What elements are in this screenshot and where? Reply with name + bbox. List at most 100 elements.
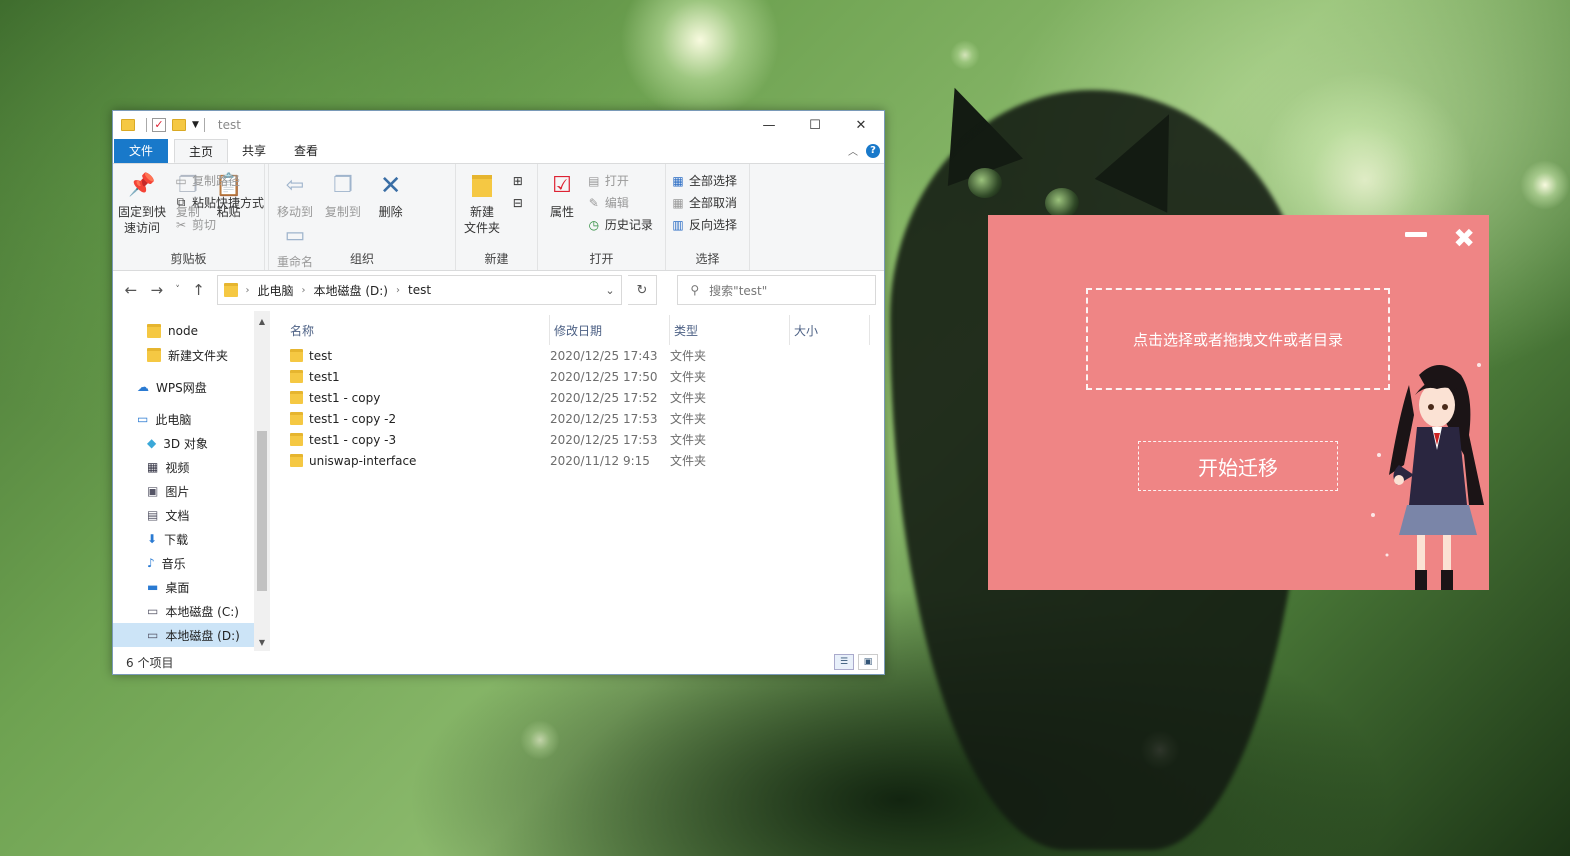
- history-button[interactable]: ◷ 历史记录: [586, 215, 653, 234]
- folder-icon: [121, 119, 135, 131]
- easy-access-icon: ⊟: [512, 195, 523, 210]
- start-migration-label: 开始迁移: [1198, 455, 1278, 480]
- edit-icon: ✎: [588, 195, 599, 210]
- minimize-button[interactable]: [1405, 232, 1427, 237]
- file-row[interactable]: test 2020/12/25 17:43 文件夹: [290, 345, 884, 366]
- copy-to-button[interactable]: ❐ 复制到: [321, 170, 365, 220]
- nav-item-music[interactable]: ♪ 音乐: [113, 551, 270, 575]
- refresh-icon[interactable]: ↻: [627, 275, 658, 305]
- address-dropdown-icon[interactable]: ⌄: [605, 284, 614, 297]
- tab-file[interactable]: 文件: [114, 139, 169, 163]
- new-group-label: 新建: [484, 252, 509, 266]
- title-bar: ✓ ▼ test — ☐ ✕: [113, 111, 884, 139]
- scroll-up-icon[interactable]: ▲: [254, 317, 270, 326]
- nav-item-new-folder[interactable]: 新建文件夹: [113, 343, 270, 367]
- breadcrumb-this-pc[interactable]: 此电脑: [258, 282, 294, 299]
- file-row[interactable]: uniswap-interface 2020/11/12 9:15 文件夹: [290, 450, 884, 471]
- rename-icon: ▭: [284, 223, 306, 248]
- properties-quick-icon[interactable]: ✓: [152, 118, 166, 132]
- close-button[interactable]: ✕: [838, 111, 884, 139]
- details-view-icon[interactable]: ☰: [834, 654, 854, 670]
- nav-item-wps[interactable]: ☁ WPS网盘: [113, 375, 270, 399]
- scissors-icon: ✂: [175, 217, 187, 232]
- nav-item-pictures[interactable]: ▣ 图片: [113, 479, 270, 503]
- organize-group: ⇦ 移动到 ❐ 复制到 ✕ 删除 ▭ 重命名 组织: [269, 164, 456, 270]
- tab-share[interactable]: 共享: [228, 139, 280, 163]
- file-explorer-window: ✓ ▼ test — ☐ ✕ 文件 主页 共享 查看 ︿ ? 📌 固定到快 速访…: [112, 110, 885, 675]
- move-to-button[interactable]: ⇦ 移动到: [273, 170, 317, 220]
- close-button[interactable]: ✖: [1453, 221, 1475, 257]
- column-type[interactable]: 类型: [670, 315, 790, 345]
- back-arrow-icon[interactable]: ←: [121, 281, 141, 299]
- tab-view[interactable]: 查看: [280, 139, 332, 163]
- search-placeholder: 搜索"test": [709, 283, 768, 298]
- scroll-down-icon[interactable]: ▼: [254, 638, 270, 647]
- recent-locations-icon[interactable]: ˅: [173, 285, 183, 295]
- breadcrumb-test[interactable]: test: [408, 283, 431, 297]
- paste-shortcut-button[interactable]: ⧉ 粘贴快捷方式: [173, 193, 264, 212]
- select-all-button[interactable]: ▦ 全部选择: [670, 171, 737, 190]
- large-icons-view-icon[interactable]: ▣: [858, 654, 878, 670]
- select-group-label: 选择: [695, 252, 720, 266]
- nav-item-video[interactable]: ▦ 视频: [113, 455, 270, 479]
- open-button[interactable]: ▤ 打开: [586, 171, 653, 190]
- nav-item-drive-d[interactable]: ▭ 本地磁盘 (D:): [113, 623, 270, 647]
- file-row[interactable]: test1 - copy 2020/12/25 17:52 文件夹: [290, 387, 884, 408]
- folder-icon: [147, 324, 161, 338]
- quick-access-dropdown-icon[interactable]: ▼: [192, 120, 199, 130]
- desktop-icon: ▬: [147, 580, 159, 594]
- column-name[interactable]: 名称: [290, 315, 550, 345]
- nav-item-node[interactable]: node: [113, 319, 270, 343]
- edit-button[interactable]: ✎ 编辑: [586, 193, 653, 212]
- file-drop-zone[interactable]: 点击选择或者拖拽文件或者目录: [1086, 288, 1390, 390]
- easy-access-button[interactable]: ⊟: [510, 193, 526, 212]
- properties-button[interactable]: ☑ 属性: [542, 170, 582, 220]
- invert-selection-button[interactable]: ▥ 反向选择: [670, 215, 737, 234]
- organize-group-label: 组织: [349, 252, 374, 266]
- nav-item-desktop[interactable]: ▬ 桌面: [113, 575, 270, 599]
- new-folder-icon: [468, 170, 496, 202]
- move-to-icon: ⇦: [285, 173, 305, 198]
- cut-button[interactable]: ✂ 剪切: [173, 215, 264, 234]
- nav-scrollbar[interactable]: ▲ ▼: [254, 311, 270, 651]
- tab-home[interactable]: 主页: [174, 139, 229, 163]
- forward-arrow-icon[interactable]: →: [147, 281, 167, 299]
- nav-item-this-pc[interactable]: ▭ 此电脑: [113, 407, 270, 431]
- copy-path-button[interactable]: ▭ 复制路径: [173, 171, 264, 190]
- file-row[interactable]: test1 2020/12/25 17:50 文件夹: [290, 366, 884, 387]
- up-arrow-icon[interactable]: ↑: [189, 281, 209, 299]
- select-none-button[interactable]: ▦ 全部取消: [670, 193, 737, 212]
- file-row[interactable]: test1 - copy -2 2020/12/25 17:53 文件夹: [290, 408, 884, 429]
- nav-item-downloads[interactable]: ⬇ 下载: [113, 527, 270, 551]
- address-bar[interactable]: › 此电脑 › 本地磁盘 (D:) › test ⌄: [216, 275, 622, 305]
- anime-character-illustration: [1371, 363, 1484, 590]
- new-folder-button[interactable]: 新建 文件夹: [460, 170, 504, 236]
- maximize-button[interactable]: ☐: [792, 111, 838, 139]
- file-row[interactable]: test1 - copy -3 2020/12/25 17:53 文件夹: [290, 429, 884, 450]
- drive-icon: ▭: [147, 604, 159, 618]
- scrollbar-thumb[interactable]: [257, 431, 267, 591]
- content-area: node 新建文件夹 ☁ WPS网盘 ▭ 此电脑 ◆ 3D 对象 ▦ 视频 ▣ 图片 ▤ 文…: [113, 311, 884, 651]
- folder-icon: [290, 349, 303, 362]
- open-group-label: 打开: [589, 252, 614, 266]
- new-folder-quick-icon[interactable]: [172, 119, 186, 131]
- column-size[interactable]: 大小: [790, 315, 870, 345]
- file-list: 名称 修改日期 类型 大小 test 2020/12/25 17:43 文件夹 te…: [270, 311, 884, 651]
- column-headers: 名称 修改日期 类型 大小: [290, 315, 884, 345]
- minimize-button[interactable]: —: [746, 111, 792, 139]
- start-migration-button[interactable]: 开始迁移: [1138, 441, 1338, 491]
- help-icon[interactable]: ?: [866, 143, 880, 158]
- search-icon: ⚲: [690, 283, 700, 297]
- search-input[interactable]: ⚲ 搜索"test": [677, 275, 876, 305]
- new-item-button[interactable]: ⊞: [510, 171, 526, 190]
- pin-quick-access-button[interactable]: 📌 固定到快 速访问: [117, 170, 167, 236]
- ribbon: 📌 固定到快 速访问 ❐ 复制 📋 粘贴 剪贴板 ▭ 复制路径 ⧉ 粘贴快捷方式 ✂…: [113, 163, 884, 271]
- nav-item-drive-c[interactable]: ▭ 本地磁盘 (C:): [113, 599, 270, 623]
- copy-path-icon: ▭: [175, 173, 187, 188]
- delete-button[interactable]: ✕ 删除: [369, 170, 413, 220]
- nav-item-documents[interactable]: ▤ 文档: [113, 503, 270, 527]
- nav-item-3d-objects[interactable]: ◆ 3D 对象: [113, 431, 270, 455]
- collapse-ribbon-icon[interactable]: ︿: [848, 143, 858, 158]
- breadcrumb-drive-d[interactable]: 本地磁盘 (D:): [314, 282, 388, 299]
- column-date[interactable]: 修改日期: [550, 315, 670, 345]
